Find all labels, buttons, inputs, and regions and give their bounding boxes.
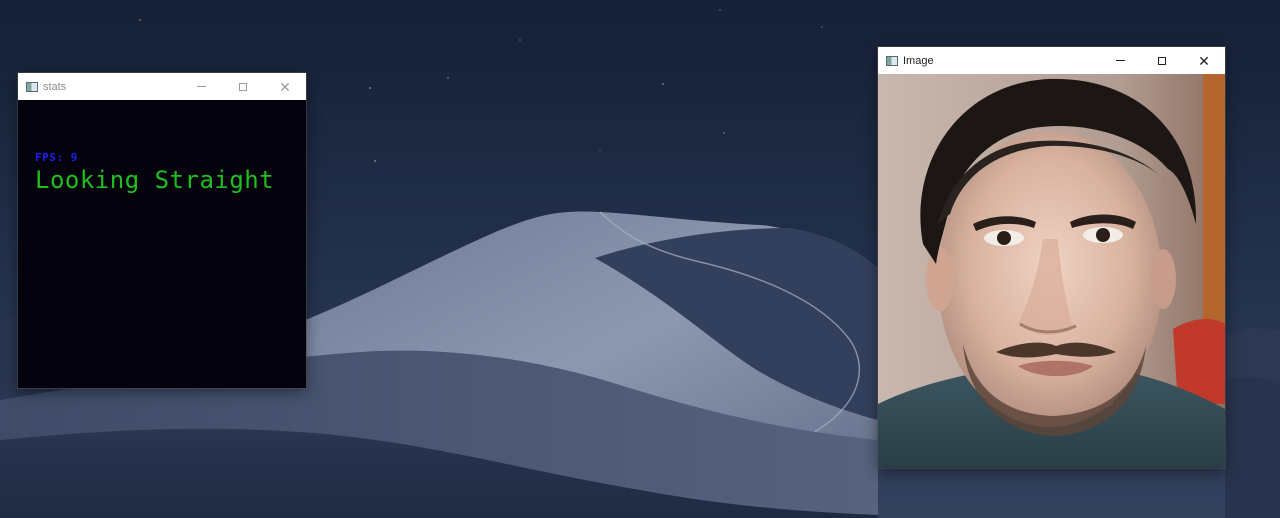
maximize-icon [1158,56,1166,65]
webcam-face-image [878,74,1225,468]
stats-titlebar[interactable]: stats ✕ [18,73,306,100]
stats-close-button[interactable]: ✕ [264,73,306,100]
minimize-icon [1115,60,1125,61]
stats-minimize-button[interactable] [180,73,222,100]
opencv-window-icon [886,55,898,66]
image-maximize-button[interactable] [1141,47,1183,74]
image-close-button[interactable]: ✕ [1183,47,1225,74]
image-window-title: Image [903,54,934,67]
stats-window[interactable]: stats ✕ FPS: 9 Looking Straight [18,73,306,388]
fps-readout: FPS: 9 [35,151,78,164]
opencv-window-icon [26,81,38,92]
stats-maximize-button[interactable] [222,73,264,100]
webcam-frame [878,74,1225,468]
stats-window-title: stats [43,80,67,93]
maximize-icon [239,82,247,91]
desktop: stats ✕ FPS: 9 Looking Straight Image ✕ [0,0,1280,518]
image-titlebar[interactable]: Image ✕ [878,47,1225,74]
stats-canvas: FPS: 9 Looking Straight [18,100,306,388]
close-icon: ✕ [1198,52,1210,69]
gaze-direction-label: Looking Straight [35,166,275,194]
minimize-icon [196,86,206,87]
image-caption-buttons: ✕ [1099,47,1225,74]
image-window[interactable]: Image ✕ [878,47,1225,468]
stats-caption-buttons: ✕ [180,73,306,100]
close-icon: ✕ [279,78,291,95]
image-minimize-button[interactable] [1099,47,1141,74]
